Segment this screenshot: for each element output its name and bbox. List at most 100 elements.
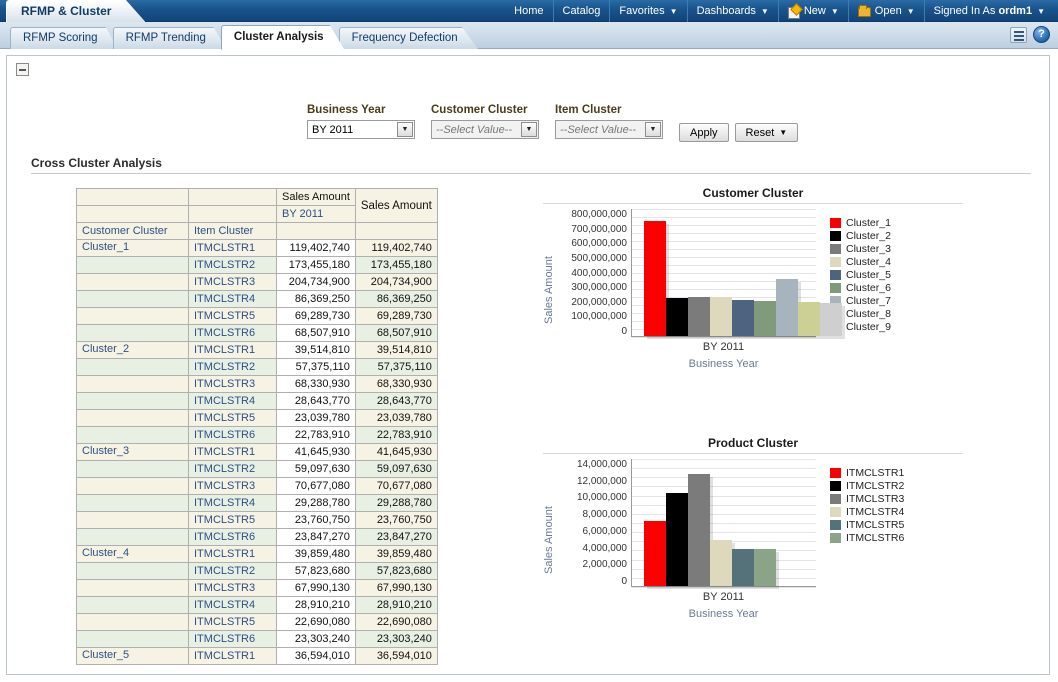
legend-item[interactable]: ITMCLSTR3 [830,493,904,505]
cell-customer-cluster [77,376,189,393]
help-icon[interactable]: ? [1033,26,1050,43]
chart-bar[interactable] [754,458,776,586]
cell-item-cluster[interactable]: ITMCLSTR5 [189,614,277,631]
chart-bar[interactable] [732,458,754,586]
cell-sales-amount: 57,375,110 [277,359,356,376]
header-item-cluster[interactable]: Item Cluster [189,223,277,240]
nav-item-home[interactable]: Home [505,0,553,22]
table-row: ITMCLSTR2173,455,180173,455,180 [77,257,438,274]
reset-button[interactable]: Reset▼ [735,123,799,142]
cell-item-cluster[interactable]: ITMCLSTR1 [189,444,277,461]
chart-bar[interactable] [666,208,688,336]
chart-bar[interactable] [666,458,688,586]
cell-item-cluster[interactable]: ITMCLSTR3 [189,274,277,291]
filter-select[interactable]: --Select Value--▼ [555,120,663,139]
tab-cluster-analysis[interactable]: Cluster Analysis [221,25,345,50]
cell-item-cluster[interactable]: ITMCLSTR5 [189,512,277,529]
legend-item[interactable]: ITMCLSTR6 [830,532,904,544]
cell-item-cluster[interactable]: ITMCLSTR1 [189,240,277,257]
cell-sales-amount-total: 41,645,930 [355,444,437,461]
chart-bar[interactable] [776,208,798,336]
collapse-section-icon[interactable] [16,63,29,76]
cell-item-cluster[interactable]: ITMCLSTR4 [189,291,277,308]
legend-item[interactable]: ITMCLSTR1 [830,467,904,479]
cell-sales-amount: 86,369,250 [277,291,356,308]
cell-customer-cluster[interactable]: Cluster_3 [77,444,189,461]
filter-select[interactable]: BY 2011▼ [307,120,415,139]
cell-item-cluster[interactable]: ITMCLSTR2 [189,257,277,274]
tab-rfmp-scoring[interactable]: RFMP Scoring [10,27,119,50]
dropdown-arrow-icon[interactable]: ▼ [397,122,413,137]
cell-customer-cluster [77,393,189,410]
cell-item-cluster[interactable]: ITMCLSTR5 [189,410,277,427]
chart-bar[interactable] [688,208,710,336]
cell-item-cluster[interactable]: ITMCLSTR3 [189,376,277,393]
chart-bar[interactable] [754,208,776,336]
chart-bar[interactable] [798,208,820,336]
header-year-label[interactable]: BY 2011 [277,206,356,223]
nav-item-open[interactable]: Open▼ [849,0,925,22]
chart-bar[interactable] [644,458,666,586]
apply-button[interactable]: Apply [679,123,729,142]
cell-sales-amount: 204,734,900 [277,274,356,291]
cell-item-cluster[interactable]: ITMCLSTR6 [189,325,277,342]
cell-customer-cluster[interactable]: Cluster_2 [77,342,189,359]
cell-item-cluster[interactable]: ITMCLSTR1 [189,546,277,563]
table-row: Cluster_1ITMCLSTR1119,402,740119,402,740 [77,240,438,257]
cell-customer-cluster[interactable]: Cluster_4 [77,546,189,563]
cell-customer-cluster [77,478,189,495]
chart-bar-fill [688,297,710,336]
legend-label: ITMCLSTR4 [846,506,904,518]
cell-sales-amount: 67,990,130 [277,580,356,597]
cell-item-cluster[interactable]: ITMCLSTR4 [189,495,277,512]
signed-in-as-menu[interactable]: Signed In As ordm1▼ [925,0,1054,22]
table-row: ITMCLSTR257,375,11057,375,110 [77,359,438,376]
cell-item-cluster[interactable]: ITMCLSTR4 [189,597,277,614]
chart-bar[interactable] [820,208,842,336]
cell-item-cluster[interactable]: ITMCLSTR4 [189,393,277,410]
legend-item[interactable]: ITMCLSTR5 [830,519,904,531]
chart-bar[interactable] [710,458,732,586]
cell-item-cluster[interactable]: ITMCLSTR6 [189,631,277,648]
legend-item[interactable]: ITMCLSTR4 [830,506,904,518]
cell-customer-cluster[interactable]: Cluster_5 [77,648,189,665]
nav-item-favorites[interactable]: Favorites▼ [610,0,687,22]
cell-item-cluster[interactable]: ITMCLSTR1 [189,342,277,359]
page-options-icon[interactable] [1010,27,1027,43]
cell-item-cluster[interactable]: ITMCLSTR2 [189,563,277,580]
nav-item-dashboards[interactable]: Dashboards▼ [688,0,779,22]
global-nav: HomeCatalogFavorites▼Dashboards▼New▼Open… [505,0,1054,22]
legend-item[interactable]: ITMCLSTR2 [830,480,904,492]
filter-selected-value: --Select Value-- [436,124,512,136]
cell-sales-amount-total: 86,369,250 [355,291,437,308]
legend-color-swatch [830,494,841,504]
cell-sales-amount-total: 28,910,210 [355,597,437,614]
tab-rfmp-trending[interactable]: RFMP Trending [113,27,227,50]
cell-item-cluster[interactable]: ITMCLSTR6 [189,529,277,546]
cell-item-cluster[interactable]: ITMCLSTR5 [189,308,277,325]
y-tick-label: 700,000,000 [557,224,627,235]
filter-select[interactable]: --Select Value-- ▼ [431,120,539,139]
chart-bar-fill [644,221,666,336]
dropdown-arrow-icon[interactable]: ▼ [645,122,661,137]
cell-item-cluster[interactable]: ITMCLSTR6 [189,427,277,444]
cell-item-cluster[interactable]: ITMCLSTR3 [189,580,277,597]
dropdown-arrow-icon[interactable]: ▼ [521,122,537,137]
chart-bar[interactable] [688,458,710,586]
cell-item-cluster[interactable]: ITMCLSTR2 [189,461,277,478]
chart-bar[interactable] [710,208,732,336]
nav-item-catalog[interactable]: Catalog [554,0,611,22]
cell-item-cluster[interactable]: ITMCLSTR1 [189,648,277,665]
dashboard-tabs: RFMP ScoringRFMP Trending Cluster Analysi… [10,25,473,50]
cell-customer-cluster[interactable]: Cluster_1 [77,240,189,257]
filter-customer-cluster: Customer Cluster--Select Value--▼ [431,104,539,139]
cell-item-cluster[interactable]: ITMCLSTR3 [189,478,277,495]
tab-label: Cluster Analysis [234,31,324,43]
cell-item-cluster[interactable]: ITMCLSTR2 [189,359,277,376]
header-customer-cluster[interactable]: Customer Cluster [77,223,189,240]
tab-frequency-defection[interactable]: Frequency Defection [339,27,479,50]
chart-bar[interactable] [644,208,666,336]
nav-item-new[interactable]: New▼ [779,0,849,22]
app-title: RFMP & Cluster [6,0,145,22]
chart-bar[interactable] [732,208,754,336]
